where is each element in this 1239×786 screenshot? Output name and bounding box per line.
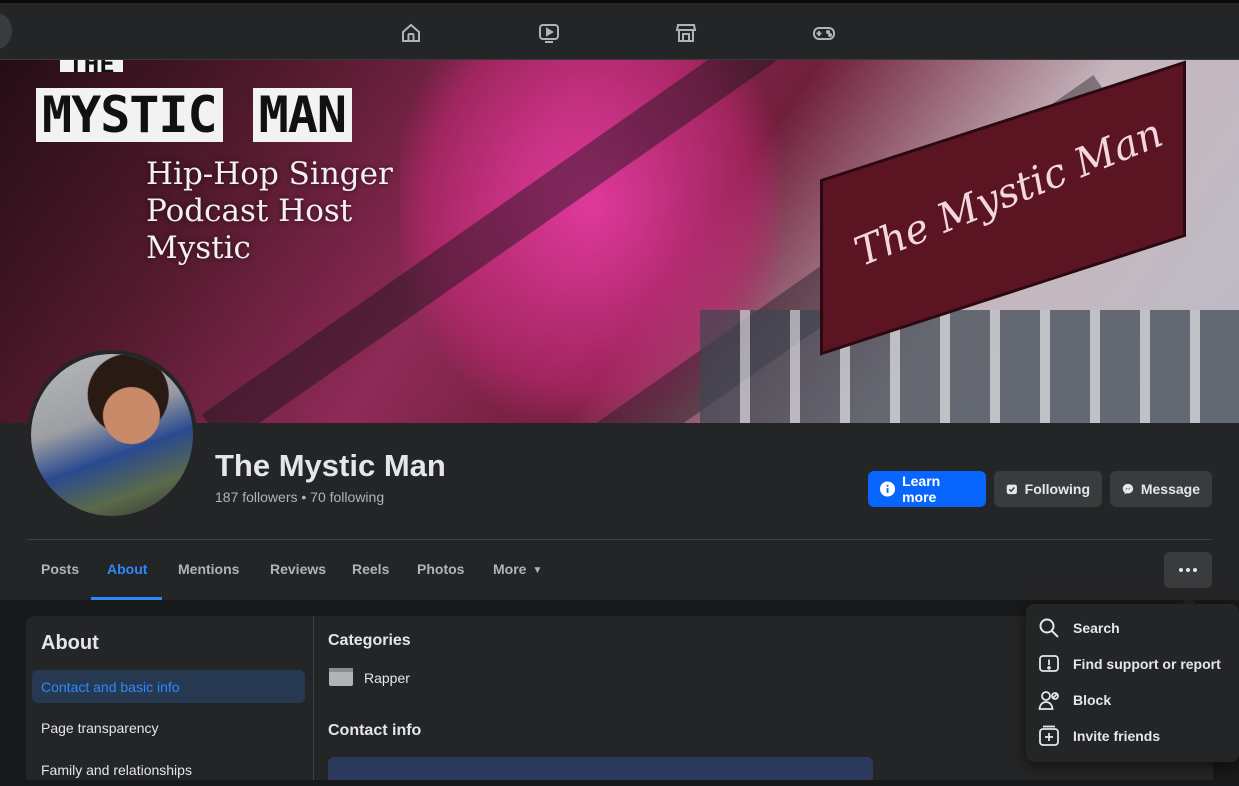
home-icon[interactable] <box>398 20 424 46</box>
profile-picture[interactable] <box>27 350 197 520</box>
about-title: About <box>41 632 99 654</box>
tab-posts[interactable]: Posts <box>41 561 79 577</box>
menu-item-label: Invite friends <box>1073 728 1161 744</box>
gaming-icon[interactable] <box>811 20 837 46</box>
following-check-icon <box>1006 484 1017 495</box>
tagline-line: Hip-Hop Singer <box>146 156 393 192</box>
info-icon <box>880 481 896 497</box>
following-button[interactable]: Following <box>994 471 1102 507</box>
about-item-transparency[interactable]: Page transparency <box>32 711 305 744</box>
message-label: Message <box>1140 481 1200 497</box>
following-label: Following <box>1024 481 1090 497</box>
report-icon <box>1039 655 1059 672</box>
tab-photos[interactable]: Photos <box>417 561 464 577</box>
category-value: Rapper <box>364 670 410 686</box>
dot <box>1186 568 1190 572</box>
account-avatar[interactable] <box>0 13 12 49</box>
menu-item-label: Search <box>1073 620 1120 636</box>
tab-reviews[interactable]: Reviews <box>270 561 326 577</box>
cover-logo: MYSTIC MAN <box>36 88 352 142</box>
message-button[interactable]: Message <box>1110 471 1212 507</box>
about-item-contact[interactable]: Contact and basic info <box>32 670 305 703</box>
top-navigation-bar <box>0 0 1239 60</box>
invite-icon <box>1039 725 1059 746</box>
contact-info-heading: Contact info <box>328 722 422 739</box>
page-title: The Mystic Man <box>215 448 446 483</box>
menu-item-label: Block <box>1073 692 1112 708</box>
categories-heading: Categories <box>328 632 411 649</box>
tab-reels[interactable]: Reels <box>352 561 389 577</box>
header-divider <box>27 539 1212 540</box>
marketplace-icon[interactable] <box>673 20 699 46</box>
tagline-line: Mystic <box>146 230 251 266</box>
menu-item-search[interactable]: Search <box>1038 613 1233 643</box>
video-icon[interactable] <box>536 20 562 46</box>
tab-more[interactable]: More ▼ <box>493 561 542 577</box>
menu-item-invite[interactable]: Invite friends <box>1038 721 1233 751</box>
cover-logo-word: MYSTIC <box>36 88 223 142</box>
cover-logo-top: THE <box>60 60 123 72</box>
caret-down-icon: ▼ <box>532 565 543 576</box>
about-item-family[interactable]: Family and relationships <box>32 753 305 786</box>
menu-item-label: Find support or report <box>1073 656 1221 672</box>
follower-stats[interactable]: 187 followers • 70 following <box>215 489 384 505</box>
menu-item-report[interactable]: Find support or report <box>1038 649 1233 679</box>
learn-more-button[interactable]: Learn more <box>868 471 986 507</box>
dot <box>1193 568 1197 572</box>
tagline-line: Podcast Host <box>146 193 353 229</box>
block-user-icon <box>1038 691 1059 710</box>
dot <box>1179 568 1183 572</box>
contact-info-field[interactable] <box>328 757 873 780</box>
profile-photo <box>31 354 193 516</box>
cover-tagline: Hip-Hop Singer Podcast Host Mystic <box>146 156 393 267</box>
more-options-button[interactable] <box>1164 552 1212 588</box>
active-tab-indicator <box>91 597 162 600</box>
cover-logo-word: MAN <box>252 88 352 142</box>
cover-building <box>700 310 1239 423</box>
learn-more-label: Learn more <box>902 473 941 505</box>
tab-mentions[interactable]: Mentions <box>178 561 239 577</box>
tab-about[interactable]: About <box>107 561 147 577</box>
search-icon <box>1039 618 1059 638</box>
messenger-icon <box>1122 483 1134 495</box>
tab-more-label: More <box>493 561 527 577</box>
category-icon <box>329 668 353 686</box>
menu-item-block[interactable]: Block <box>1038 685 1233 715</box>
